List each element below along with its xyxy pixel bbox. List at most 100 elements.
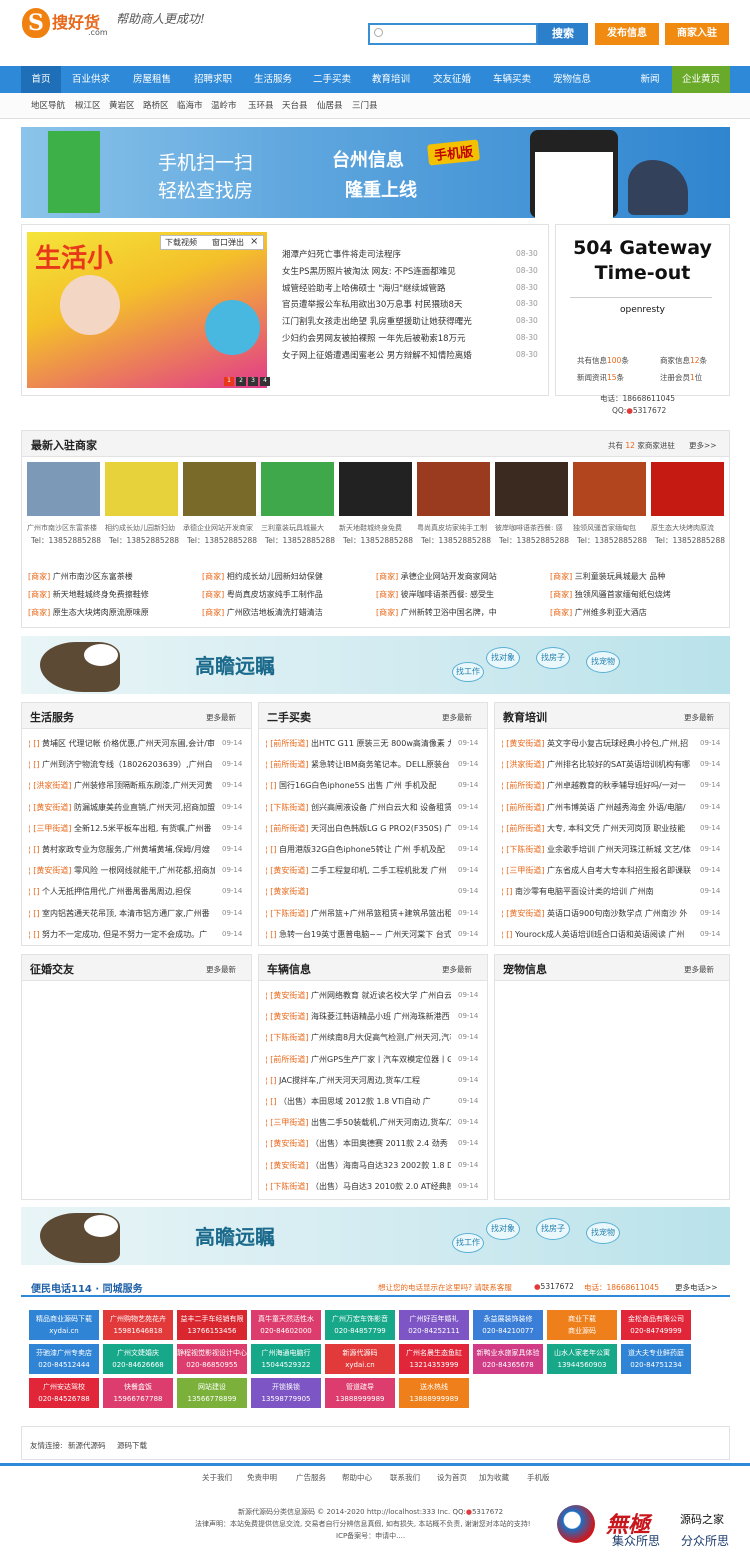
search-input[interactable]: [368, 23, 538, 45]
news-item[interactable]: 城管经验助考上哈佛硕士 "海归"继续城管路: [282, 282, 446, 294]
slide-dot[interactable]: 2: [236, 377, 246, 386]
services-promo-link[interactable]: 想让您的电话显示在这里吗? 请联系客服: [378, 1282, 512, 1293]
region-item[interactable]: 椒江区: [75, 93, 101, 119]
news-item[interactable]: 女生PS黑历照片被淘汰 网友: 不PS连面都难见: [282, 265, 456, 277]
footer-link[interactable]: 设为首页: [437, 1472, 467, 1483]
merchant-link[interactable]: [商家] 承德企业网站开发商家网站: [376, 571, 497, 582]
merchant-link[interactable]: [商家] 彼岸咖啡语茶西餐: 感受生: [376, 589, 494, 600]
footer-link[interactable]: 联系我们: [390, 1472, 420, 1483]
listing-item[interactable]: ¦ [] 南沙零有电脑平面设计类的培训 广州南: [501, 886, 693, 897]
listing-item[interactable]: ¦ [下陈街道] 广州吊篮+广州吊篮租赁+建筑吊篮出租: [265, 908, 451, 919]
service-tile[interactable]: 山水人家老年公寓 13944560903: [547, 1344, 617, 1374]
merchant-thumbnail[interactable]: [495, 462, 568, 516]
merchant-thumbnail[interactable]: [105, 462, 178, 516]
listing-item[interactable]: ¦ [前所街道] 大专, 本科文凭 广州天河岗顶 职业技能: [501, 823, 693, 834]
section-more-link[interactable]: 更多最新: [684, 712, 714, 723]
service-tile[interactable]: 开锁换锁 13598779905: [251, 1378, 321, 1408]
merchant-name[interactable]: 彼岸咖啡语茶西餐: 感: [495, 523, 568, 533]
listing-item[interactable]: ¦ [] JAC搅拌车,广州天河天河周边,货车/工程: [265, 1075, 451, 1086]
service-tile[interactable]: 金松食品有限公司 020-84749999: [621, 1310, 691, 1340]
listing-item[interactable]: ¦ [黄安街道] 英语口语900句南沙数学点 广州南沙 外: [501, 908, 693, 919]
footer-link[interactable]: 免责申明: [247, 1472, 277, 1483]
region-item[interactable]: 仙居县: [317, 93, 343, 119]
footer-link[interactable]: 加为收藏: [479, 1472, 509, 1483]
nav-pets[interactable]: 宠物信息: [544, 66, 600, 93]
nav-used[interactable]: 二手买卖: [304, 66, 360, 93]
news-item[interactable]: 少妇约会男网友被拍裸照 一年先后被勒索18万元: [282, 332, 466, 344]
section-more-link[interactable]: 更多最新: [684, 964, 714, 975]
slide-dot[interactable]: 1: [224, 377, 234, 386]
service-tile[interactable]: 快餐盒饭 15966767788: [103, 1378, 173, 1408]
listing-item[interactable]: ¦ [三甲街道] 出售二手50装载机,广州天河南边,货车/工: [265, 1117, 451, 1128]
news-item[interactable]: 江门割乳女孩走出绝望 乳房重塑援助让她获得曙光: [282, 315, 472, 327]
listing-item[interactable]: ¦ [] 国行16G白色iphone5S 出售 广州 手机及配: [265, 780, 451, 791]
merchant-link[interactable]: [商家] 原生态大块烤肉原流原味原: [28, 607, 149, 618]
nav-edu[interactable]: 教育培训: [363, 66, 419, 93]
footer-link[interactable]: 手机版: [527, 1472, 550, 1483]
listing-item[interactable]: ¦ [黄安街道] 防漏城康美药业直销,广州天河,招商加盟: [28, 802, 215, 813]
listing-item[interactable]: ¦ [洪家街道] 广州排名比较好的SAT英语培训机构有哪: [501, 759, 693, 770]
listing-item[interactable]: ¦ [] 黄村家政专业为您服务,广州黄埔黄埔,保姆/月嫂: [28, 844, 215, 855]
footer-link[interactable]: 广告服务: [296, 1472, 326, 1483]
merchant-link[interactable]: [商家] 粤尚真皮坊家纯手工制作品: [202, 589, 323, 600]
popup-window-tab[interactable]: 窗口弹出: [212, 237, 244, 248]
merchant-thumbnail[interactable]: [261, 462, 334, 516]
footer-link[interactable]: 帮助中心: [342, 1472, 372, 1483]
merchant-link[interactable]: [商家] 广州欧洁地板清洗打蜡清洁: [202, 607, 323, 618]
region-item[interactable]: 黄岩区: [109, 93, 135, 119]
slide-dot[interactable]: 4: [260, 377, 270, 386]
region-item[interactable]: 路桥区: [143, 93, 169, 119]
nav-jobs[interactable]: 招聘求职: [185, 66, 241, 93]
listing-item[interactable]: ¦ [] Yourock成人英语培训班合口语和英语阅读 广州: [501, 929, 693, 940]
listing-item[interactable]: ¦ [三甲街道] 全新12.5米平板车出租, 有货嘱,广州番: [28, 823, 215, 834]
service-tile[interactable]: 新鸭业水旅家具体验 020-84365678: [473, 1344, 543, 1374]
logo-mark[interactable]: S: [22, 8, 50, 38]
listing-item[interactable]: ¦ [前所街道] 广州卓越教育的秋季辅导班好吗/一对一: [501, 780, 693, 791]
nav-life[interactable]: 生活服务: [245, 66, 301, 93]
listing-item[interactable]: ¦ [三甲街道] 广东省成人自考大专本科招生报名即课联: [501, 865, 693, 876]
merchant-name[interactable]: 相约成长幼儿园新妇幼: [105, 523, 178, 533]
merchant-link[interactable]: [商家] 广州新转卫浴中国名牌，中: [376, 607, 497, 618]
listing-item[interactable]: ¦ [下陈街道] 业余歌手培训 广州天河珠江新城 文艺/体: [501, 844, 693, 855]
nav-yellowpages[interactable]: 企业黄页: [672, 66, 730, 93]
listing-item[interactable]: ¦ [黄安街道] （出售）海南马自达323 2002款 1.8 D: [265, 1160, 451, 1171]
listing-item[interactable]: ¦ [下陈街道] 广州续南8月大促高气检测,广州天河,汽车: [265, 1032, 451, 1043]
nav-dating[interactable]: 交友征婚: [424, 66, 480, 93]
region-item[interactable]: 温岭市: [211, 93, 237, 119]
service-tile[interactable]: 静程视觉影视设计中心 020-86850955: [177, 1344, 247, 1374]
service-tile[interactable]: 精品商业源码下载 xydai.cn: [29, 1310, 99, 1340]
listing-item[interactable]: ¦ [黄安街道] 二手工程复印机, 二手工程机批发 广州: [265, 865, 451, 876]
merchant-thumbnail[interactable]: [651, 462, 724, 516]
service-tile[interactable]: 广州购物艺苑花卉 15981646818: [103, 1310, 173, 1340]
nav-news[interactable]: 新闻: [630, 66, 670, 93]
service-tile[interactable]: 送水热线 13888999989: [399, 1378, 469, 1408]
listing-item[interactable]: ¦ [前所街道] 广州韦博英语 广州越秀海金 外语/电脑/: [501, 802, 693, 813]
services-qq[interactable]: ●5317672: [534, 1282, 574, 1291]
download-video-tab[interactable]: 下载视频: [165, 237, 197, 248]
listing-item[interactable]: ¦ [黄安街道] 广州网络教育 就近读名校大学 广州白云: [265, 990, 451, 1001]
service-tile[interactable]: 广州海通电脑行 15044529322: [251, 1344, 321, 1374]
service-tile[interactable]: 新源代源码 xydai.cn: [325, 1344, 395, 1374]
friend-link[interactable]: 新源代源码: [68, 1440, 106, 1451]
footer-link[interactable]: 关于我们: [202, 1472, 232, 1483]
section-more-link[interactable]: 更多最新: [442, 712, 472, 723]
listing-item[interactable]: ¦ [] 自用港版32G白色iphone5转让 广州 手机及配: [265, 844, 451, 855]
service-tile[interactable]: 道大夫专业鲜药庭 020-84751234: [621, 1344, 691, 1374]
listing-item[interactable]: ¦ [] 室内铝茜通天花吊顶, 本清市铝方通厂家,广州番: [28, 908, 215, 919]
mobile-banner[interactable]: [21, 127, 730, 218]
listing-item[interactable]: ¦ [黄安街道] 英文字母小复古玩球经典小拎包,广州,招: [501, 738, 693, 749]
nav-housing[interactable]: 房屋租售: [124, 66, 180, 93]
merchant-link[interactable]: [商家] 新天地鞋城终身免费擦鞋修: [28, 589, 149, 600]
listing-item[interactable]: ¦ [下陈街道] （出售）马自达3 2010款 2.0 AT经典款: [265, 1181, 451, 1192]
listing-item[interactable]: ¦ [] 黄埔区 代理记帐 价格优惠,广州天河东圃,会计/审: [28, 738, 215, 749]
region-item[interactable]: 玉环县: [248, 93, 274, 119]
region-item[interactable]: 三门县: [352, 93, 378, 119]
service-tile[interactable]: 真牛童天然活性水 020-84602000: [251, 1310, 321, 1340]
section-more-link[interactable]: 更多最新: [206, 964, 236, 975]
merchant-name[interactable]: 三利童装玩具城最大: [261, 523, 334, 533]
friend-link[interactable]: 源码下载: [117, 1440, 147, 1451]
service-tile[interactable]: 管道疏导 13888999989: [325, 1378, 395, 1408]
merchant-name[interactable]: 广州市南沙区东富茶楼: [27, 523, 100, 533]
listing-item[interactable]: ¦ [前所街道] 出HTC G11 原装三无 800w高清像素 九: [265, 738, 451, 749]
service-tile[interactable]: 网站建设 13566778899: [177, 1378, 247, 1408]
